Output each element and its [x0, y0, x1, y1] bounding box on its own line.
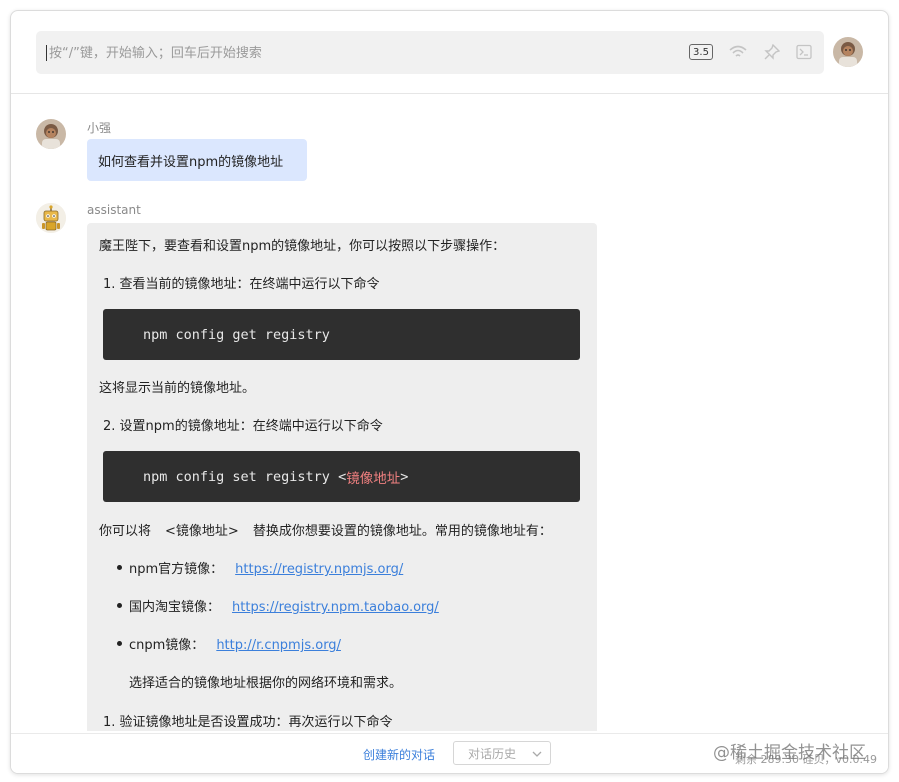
mirror-item: npm官方镜像： https://registry.npmjs.org/ [129, 558, 403, 577]
step-2: 2. 设置npm的镜像地址：在终端中运行以下命令 [103, 419, 383, 434]
history-dropdown[interactable]: 对话历史 [453, 741, 551, 765]
robot-icon [36, 203, 66, 233]
chevron-down-icon [532, 748, 542, 762]
replace-pre: 你可以将 [99, 524, 152, 539]
mirror-link[interactable]: https://registry.npm.taobao.org/ [232, 600, 439, 615]
intro-text: 魔王陛下，要查看和设置npm的镜像地址，你可以按照以下步骤操作： [99, 239, 506, 254]
step-3: 1. 验证镜像地址是否设置成功：再次运行以下命令 [103, 715, 393, 730]
pin-icon[interactable] [762, 42, 782, 62]
code-block-get[interactable]: npm config get registry [103, 309, 580, 360]
user-avatar[interactable] [833, 37, 863, 67]
mirror-item: cnpm镜像： http://r.cnpmjs.org/ [129, 634, 341, 653]
replace-post: 替换成你想要设置的镜像地址。常用的镜像地址有： [252, 524, 552, 539]
mirror-label: cnpm镜像： [129, 638, 205, 653]
code-text-end: > [400, 468, 409, 485]
footer: 创建新的对话 对话历史 剩余 289.30 硅贝，v0.0.49 @稀土掘金技术… [11, 733, 888, 773]
bullet-dot [117, 641, 122, 646]
step-1: 1. 查看当前的镜像地址：在终端中运行以下命令 [103, 277, 380, 292]
terminal-icon[interactable] [794, 42, 814, 62]
mirror-label: npm官方镜像： [129, 562, 224, 577]
new-chat-link[interactable]: 创建新的对话 [363, 746, 435, 763]
user-name: 小强 [87, 121, 112, 135]
choose-note: 选择适合的镜像地址根据你的网络环境和需求。 [129, 676, 403, 691]
bullet-dot [117, 565, 122, 570]
mirror-label: 国内淘宝镜像： [129, 600, 221, 615]
bullet-dot [117, 603, 122, 608]
search-bar: 3.5 [36, 31, 824, 74]
replace-text: 你可以将 <镜像地址> 替换成你想要设置的镜像地址。常用的镜像地址有： [99, 520, 552, 539]
user-avatar [36, 119, 66, 149]
chat-window: 3.5 小强 如何查看并设置npm的镜像地址 assistant 魔王陛下，要查… [10, 10, 889, 774]
code-text: npm config set registry < [143, 468, 347, 485]
after-code-text: 这将显示当前的镜像地址。 [99, 381, 256, 396]
code-block-set[interactable]: npm config set registry < 镜像地址 > [103, 451, 580, 502]
search-input[interactable] [46, 45, 676, 61]
mirror-link[interactable]: http://r.cnpmjs.org/ [216, 638, 341, 653]
header: 3.5 [11, 11, 888, 94]
history-label: 对话历史 [468, 746, 517, 761]
user-message: 如何查看并设置npm的镜像地址 [87, 139, 307, 181]
assistant-name: assistant [87, 203, 141, 217]
watermark: @稀土掘金技术社区 [713, 743, 866, 763]
mirror-link[interactable]: https://registry.npmjs.org/ [235, 562, 403, 577]
wifi-icon[interactable] [728, 42, 748, 62]
code-placeholder: 镜像地址 [346, 470, 401, 487]
assistant-message: 魔王陛下，要查看和设置npm的镜像地址，你可以按照以下步骤操作： 1. 查看当前… [87, 223, 597, 731]
chat-area: 小强 如何查看并设置npm的镜像地址 assistant 魔王陛下，要查看和设置… [11, 95, 888, 731]
inline-code: <镜像地址> [165, 524, 239, 539]
model-version-badge[interactable]: 3.5 [689, 44, 713, 60]
mirror-item: 国内淘宝镜像： https://registry.npm.taobao.org/ [129, 596, 439, 615]
